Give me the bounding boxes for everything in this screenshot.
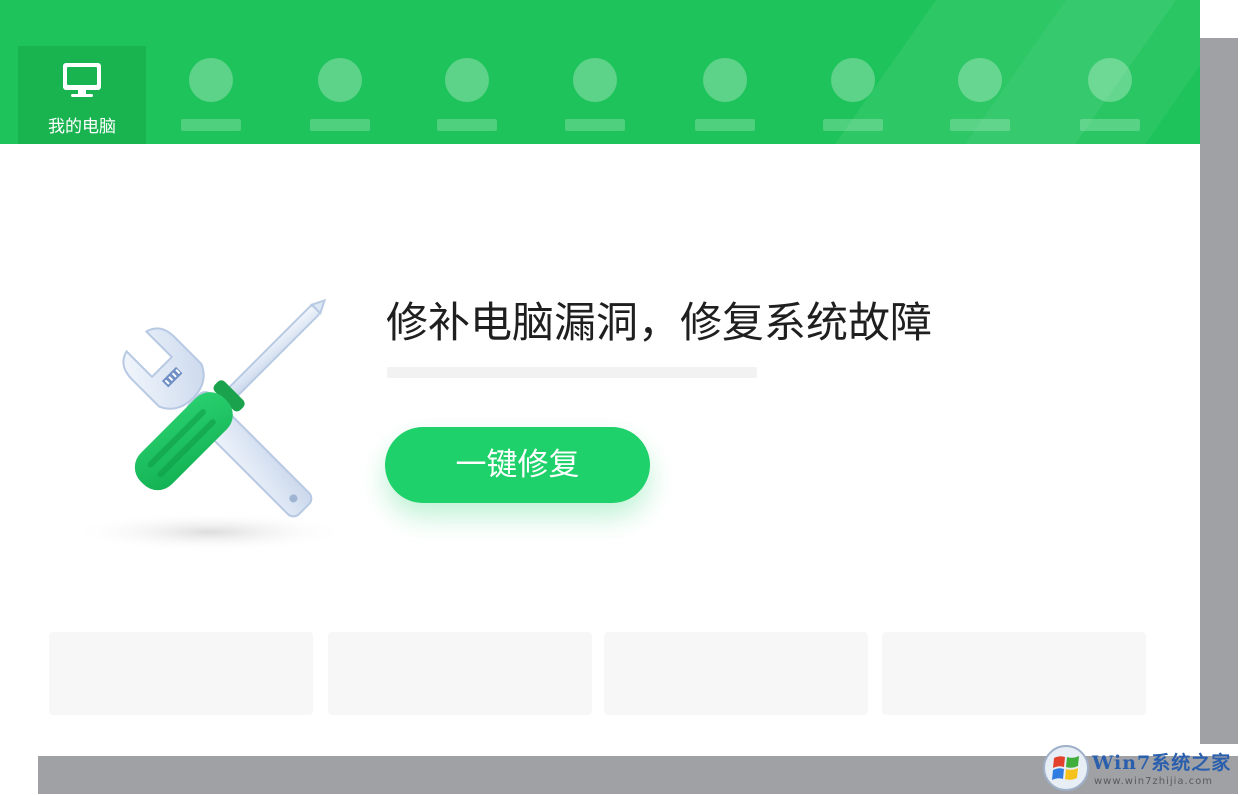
info-card	[882, 632, 1146, 715]
tab-label-placeholder	[437, 119, 497, 131]
tab-placeholder[interactable]	[147, 46, 275, 144]
placeholder-icon	[189, 58, 233, 102]
placeholder-icon	[831, 58, 875, 102]
tab-placeholder[interactable]	[403, 46, 531, 144]
placeholder-icon	[573, 58, 617, 102]
placeholder-icon	[1088, 58, 1132, 102]
tab-placeholder[interactable]	[276, 46, 404, 144]
info-card	[49, 632, 313, 715]
tab-placeholder[interactable]	[789, 46, 917, 144]
info-card	[328, 632, 592, 715]
info-card	[604, 632, 868, 715]
tab-placeholder[interactable]	[916, 46, 1044, 144]
placeholder-icon	[703, 58, 747, 102]
tab-label-placeholder	[181, 119, 241, 131]
watermark-text: Win7系统之家	[1092, 752, 1232, 774]
windows-logo-icon	[1043, 745, 1089, 791]
placeholder-icon	[445, 58, 489, 102]
tab-label-placeholder	[695, 119, 755, 131]
placeholder-icon	[318, 58, 362, 102]
tab-my-computer[interactable]: 我的电脑	[18, 46, 146, 144]
tab-placeholder[interactable]	[1046, 46, 1174, 144]
tab-placeholder[interactable]	[531, 46, 659, 144]
progress-bar	[387, 367, 757, 378]
page-title: 修补电脑漏洞，修复系统故障	[386, 298, 933, 347]
tab-label-placeholder	[1080, 119, 1140, 131]
tab-label-placeholder	[310, 119, 370, 131]
tab-placeholder[interactable]	[661, 46, 789, 144]
tab-label-placeholder	[823, 119, 883, 131]
placeholder-icon	[958, 58, 1002, 102]
window-shadow-right	[1200, 38, 1238, 744]
wrench-screwdriver-icon	[70, 298, 350, 552]
tab-label: 我的电脑	[48, 117, 116, 137]
watermark-url: www.win7zhijia.com	[1094, 776, 1214, 787]
tab-label-placeholder	[565, 119, 625, 131]
app-window: 我的电脑 修补电脑漏洞，修复系统故障 一键修复	[0, 0, 1200, 744]
monitor-icon	[63, 63, 101, 97]
top-nav-bar: 我的电脑	[0, 0, 1200, 144]
watermark: Win7系统之家 www.win7zhijia.com	[1040, 744, 1240, 796]
tab-label-placeholder	[950, 119, 1010, 131]
one-click-repair-button[interactable]: 一键修复	[385, 427, 650, 503]
